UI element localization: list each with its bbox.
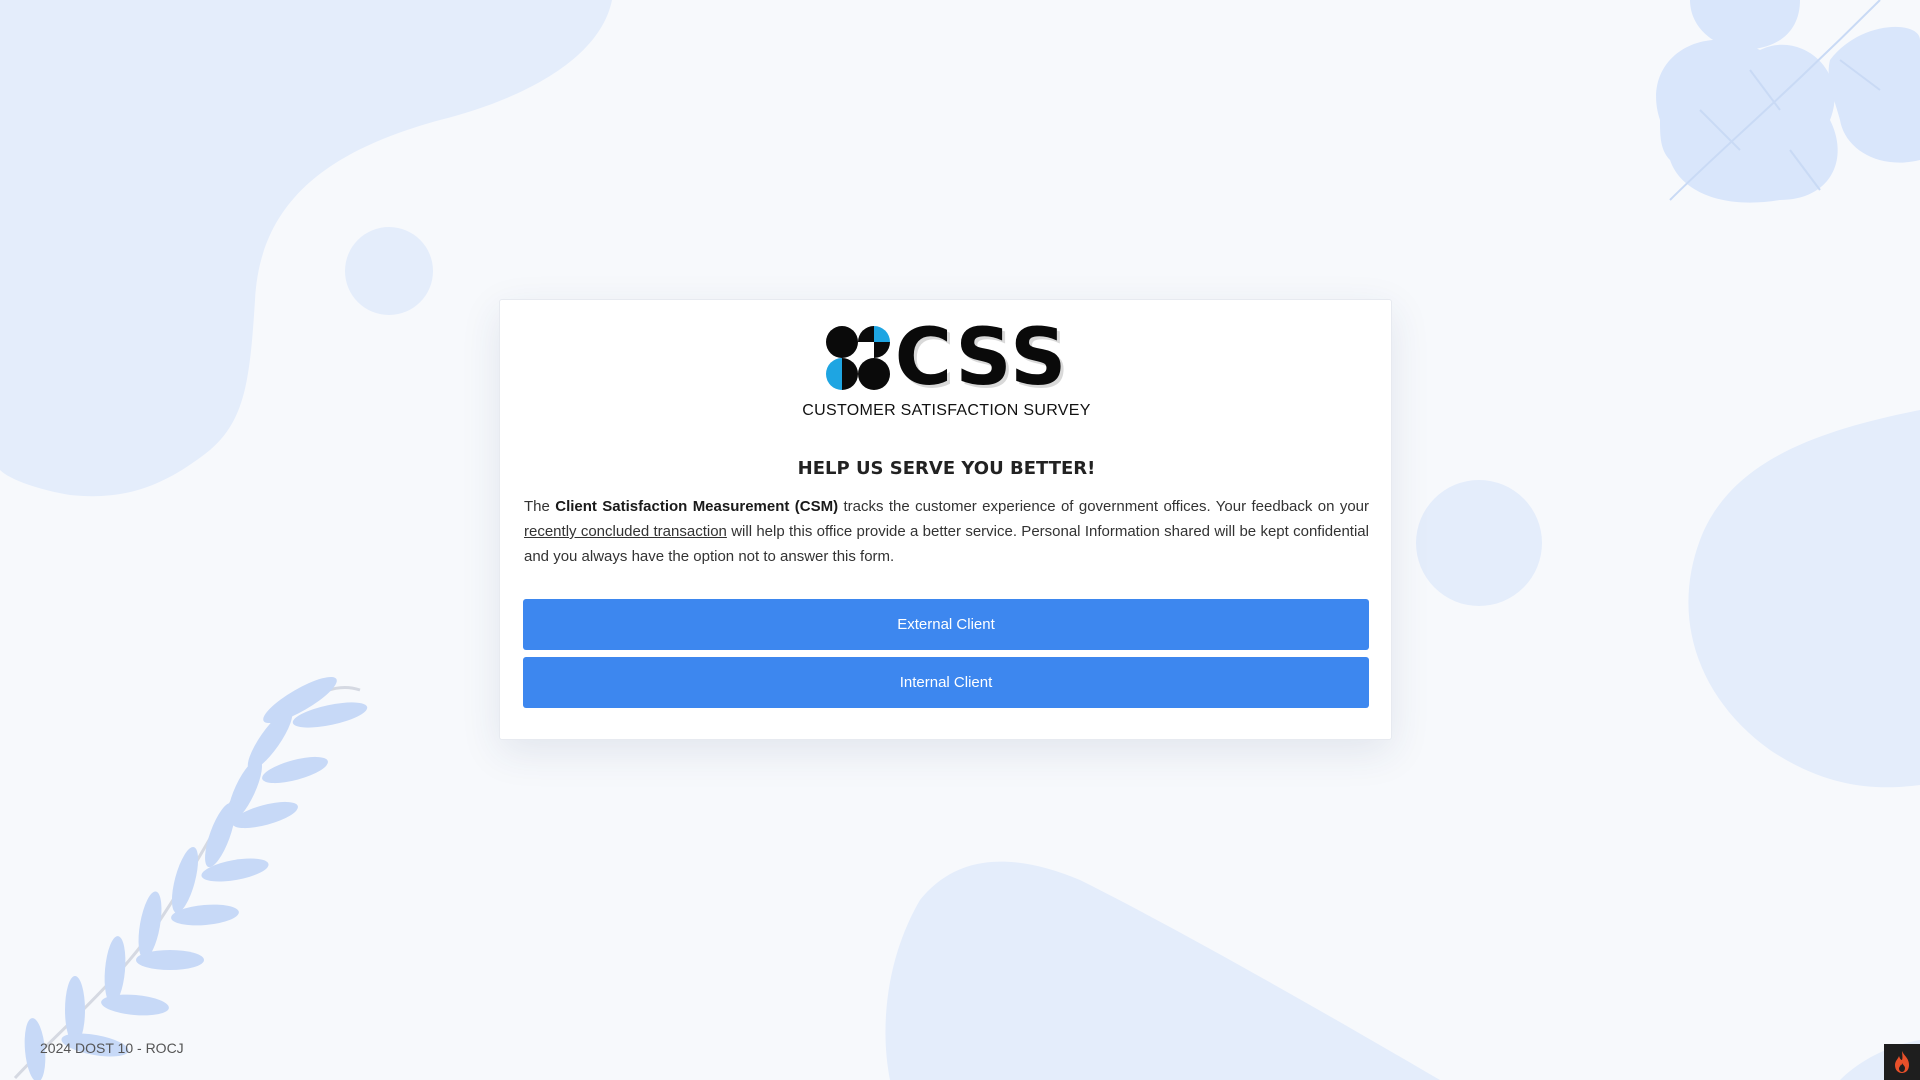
footer-text: 2024 DOST 10 - ROCJ — [40, 1040, 184, 1056]
top-right-leaf-veins — [1669, 0, 1881, 201]
right-circle — [1416, 480, 1542, 606]
intro-text-2: tracks the customer experience of govern… — [838, 498, 1370, 515]
flame-icon — [1895, 1051, 1909, 1073]
logo-row: CSS — [825, 313, 1069, 403]
left-circle — [345, 227, 433, 315]
bottom-left-fern — [13, 676, 368, 1080]
top-right-leaves — [1656, 0, 1920, 203]
css-logo-mark-icon — [825, 326, 890, 390]
logo: CSS CUSTOMER SATISFACTION SURVEY — [500, 313, 1393, 420]
logo-subtitle: CUSTOMER SATISFACTION SURVEY — [802, 402, 1091, 419]
external-client-button[interactable]: External Client — [523, 599, 1369, 650]
card-heading: HELP US SERVE YOU BETTER! — [797, 458, 1096, 479]
intro-paragraph: The Client Satisfaction Measurement (CSM… — [524, 494, 1369, 569]
intro-bold-text: Client Satisfaction Measurement (CSM) — [555, 498, 839, 515]
right-blob — [1688, 410, 1920, 788]
internal-client-button[interactable]: Internal Client — [523, 657, 1369, 708]
intro-underlined-text: recently concluded transaction — [524, 523, 727, 540]
logo-wordmark: CSS — [894, 313, 1069, 403]
intro-text-1: The — [524, 498, 556, 515]
bottom-blob — [885, 861, 1440, 1080]
survey-card: CSS CUSTOMER SATISFACTION SURVEY HELP US… — [499, 299, 1392, 740]
corner-widget[interactable] — [1884, 1044, 1920, 1080]
